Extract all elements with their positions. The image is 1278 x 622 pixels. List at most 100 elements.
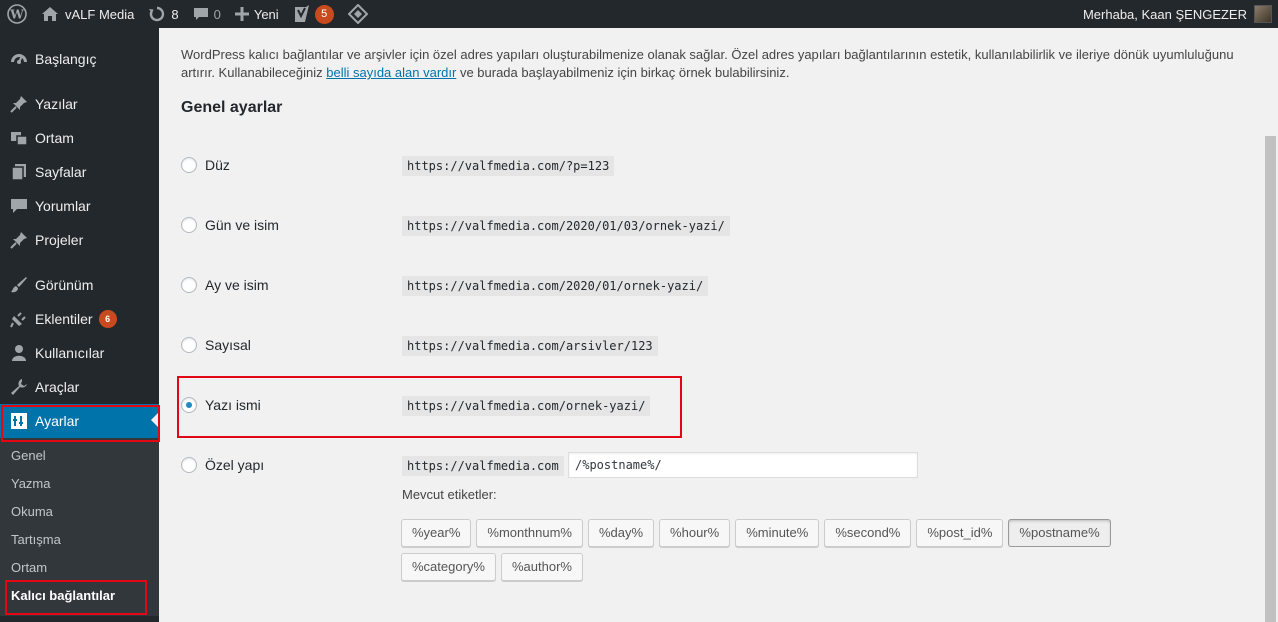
wrench-icon: [9, 377, 29, 397]
wordpress-logo-icon[interactable]: W: [0, 0, 34, 28]
sidebar-item-label: Sayfalar: [35, 164, 87, 180]
available-fields-link[interactable]: belli sayıda alan vardır: [326, 65, 456, 80]
tag-button-postname[interactable]: %postname%: [1008, 519, 1111, 547]
tag-button-minute[interactable]: %minute%: [735, 519, 820, 547]
page-icon: [9, 162, 29, 182]
example-url: https://valfmedia.com/2020/01/ornek-yazi…: [402, 276, 709, 296]
sidebar-item-settings[interactable]: Ayarlar: [0, 404, 159, 438]
sidebar-item-tools[interactable]: Araçlar: [0, 370, 159, 404]
plus-icon: [234, 7, 249, 21]
comment-icon: [9, 196, 29, 216]
sidebar-item-label: Projeler: [35, 232, 84, 248]
main-content: WordPress kalıcı bağlantılar ve arşivler…: [159, 28, 1263, 622]
plugin-icon: [9, 309, 29, 329]
option-label: Sayısal: [205, 337, 251, 353]
submenu-item-general[interactable]: Genel: [0, 442, 159, 470]
option-day-and-name[interactable]: Gün ve isim: [181, 210, 279, 240]
site-name: vALF Media: [65, 6, 135, 22]
radio-button-selected[interactable]: [181, 397, 197, 413]
option-plain[interactable]: Düz: [181, 150, 230, 180]
admin-sidebar: Başlangıç Yazılar Ortam Sayfalar Yorumla…: [0, 28, 159, 622]
diamond-icon: [347, 4, 368, 24]
option-label: Yazı ismi: [205, 397, 261, 413]
users-icon: [9, 343, 29, 363]
page-scrollbar[interactable]: [1263, 28, 1278, 622]
option-custom-structure[interactable]: Özel yapı: [181, 450, 264, 480]
sidebar-item-posts[interactable]: Yazılar: [0, 87, 159, 121]
avatar: [1254, 5, 1272, 23]
sidebar-item-label: Kullanıcılar: [35, 345, 105, 361]
sidebar-item-pages[interactable]: Sayfalar: [0, 155, 159, 189]
sidebar-item-label: Eklentiler: [35, 311, 93, 327]
option-label: Özel yapı: [205, 457, 265, 473]
brush-icon: [9, 275, 29, 295]
pin-icon: [9, 230, 29, 250]
sidebar-item-dashboard[interactable]: Başlangıç: [0, 42, 159, 76]
diamond-menu[interactable]: [341, 0, 375, 28]
example-url: https://valfmedia.com/?p=123: [402, 156, 615, 176]
radio-button[interactable]: [181, 337, 197, 353]
available-tags-label: Mevcut etiketler:: [402, 487, 497, 502]
tag-button-hour[interactable]: %hour%: [659, 519, 731, 547]
tag-button-day[interactable]: %day%: [587, 519, 655, 547]
option-month-and-name[interactable]: Ay ve isim: [181, 270, 269, 300]
sidebar-item-label: Ayarlar: [35, 413, 80, 429]
option-label: Düz: [205, 157, 230, 173]
yoast-icon: [293, 5, 311, 23]
custom-structure-input[interactable]: [568, 452, 918, 478]
radio-button[interactable]: [181, 217, 197, 233]
sidebar-item-plugins[interactable]: Eklentiler 6: [0, 302, 159, 336]
submenu-item-discussion[interactable]: Tartışma: [0, 526, 159, 554]
tag-button-post-id[interactable]: %post_id%: [916, 519, 1004, 547]
tag-button-second[interactable]: %second%: [824, 519, 912, 547]
comment-icon: [193, 6, 209, 22]
option-post-name[interactable]: Yazı ismi: [181, 390, 261, 420]
intro-paragraph: WordPress kalıcı bağlantılar ve arşivler…: [181, 47, 1234, 80]
radio-button[interactable]: [181, 277, 197, 293]
submenu-item-writing[interactable]: Yazma: [0, 470, 159, 498]
sidebar-item-appearance[interactable]: Görünüm: [0, 268, 159, 302]
comments-link[interactable]: 0: [186, 0, 228, 28]
sidebar-item-label: Başlangıç: [35, 51, 97, 67]
sidebar-item-label: Araçlar: [35, 379, 80, 395]
scrollbar-thumb[interactable]: [1265, 136, 1276, 622]
account-greeting: Merhaba, Kaan ŞENGEZER: [1082, 6, 1247, 22]
tag-button-year[interactable]: %year%: [401, 519, 472, 547]
available-tags: %year% %monthnum% %day% %hour% %minute% …: [401, 519, 1211, 587]
submenu-item-reading[interactable]: Okuma: [0, 498, 159, 526]
radio-button[interactable]: [181, 457, 197, 473]
yoast-menu[interactable]: 5: [286, 0, 341, 28]
sidebar-item-users[interactable]: Kullanıcılar: [0, 336, 159, 370]
site-name-link[interactable]: vALF Media: [34, 0, 141, 28]
updates-link[interactable]: 8: [141, 0, 185, 28]
sidebar-item-label: Yorumlar: [35, 198, 91, 214]
tag-button-monthnum[interactable]: %monthnum%: [476, 519, 583, 547]
updates-icon: [148, 5, 166, 23]
dashboard-icon: [9, 49, 29, 69]
example-url: https://valfmedia.com/arsivler/123: [402, 336, 658, 356]
updates-count: 8: [171, 6, 179, 22]
sidebar-item-projects[interactable]: Projeler: [0, 223, 159, 257]
svg-text:W: W: [9, 8, 24, 22]
tag-button-author[interactable]: %author%: [500, 553, 583, 581]
option-numeric[interactable]: Sayısal: [181, 330, 251, 360]
sidebar-item-media[interactable]: Ortam: [0, 121, 159, 155]
option-label: Gün ve isim: [205, 217, 279, 233]
plugins-update-badge: 6: [98, 310, 117, 328]
my-account-link[interactable]: Merhaba, Kaan ŞENGEZER: [1076, 0, 1272, 28]
submenu-item-permalinks[interactable]: Kalıcı bağlantılar: [0, 582, 159, 610]
sidebar-item-comments[interactable]: Yorumlar: [0, 189, 159, 223]
settings-icon: [9, 411, 29, 431]
tag-button-category[interactable]: %category%: [401, 553, 496, 581]
yoast-count-badge: 5: [314, 4, 334, 24]
section-title: Genel ayarlar: [181, 99, 283, 116]
radio-button[interactable]: [181, 157, 197, 173]
new-content-link[interactable]: Yeni: [228, 0, 286, 28]
example-url: https://valfmedia.com/ornek-yazi/: [402, 396, 651, 416]
sidebar-item-label: Görünüm: [35, 277, 94, 293]
submenu-item-media[interactable]: Ortam: [0, 554, 159, 582]
new-label: Yeni: [253, 6, 279, 22]
custom-structure-base-url: https://valfmedia.com: [402, 456, 564, 476]
home-icon: [41, 6, 59, 22]
sidebar-item-label: Ortam: [35, 130, 74, 146]
